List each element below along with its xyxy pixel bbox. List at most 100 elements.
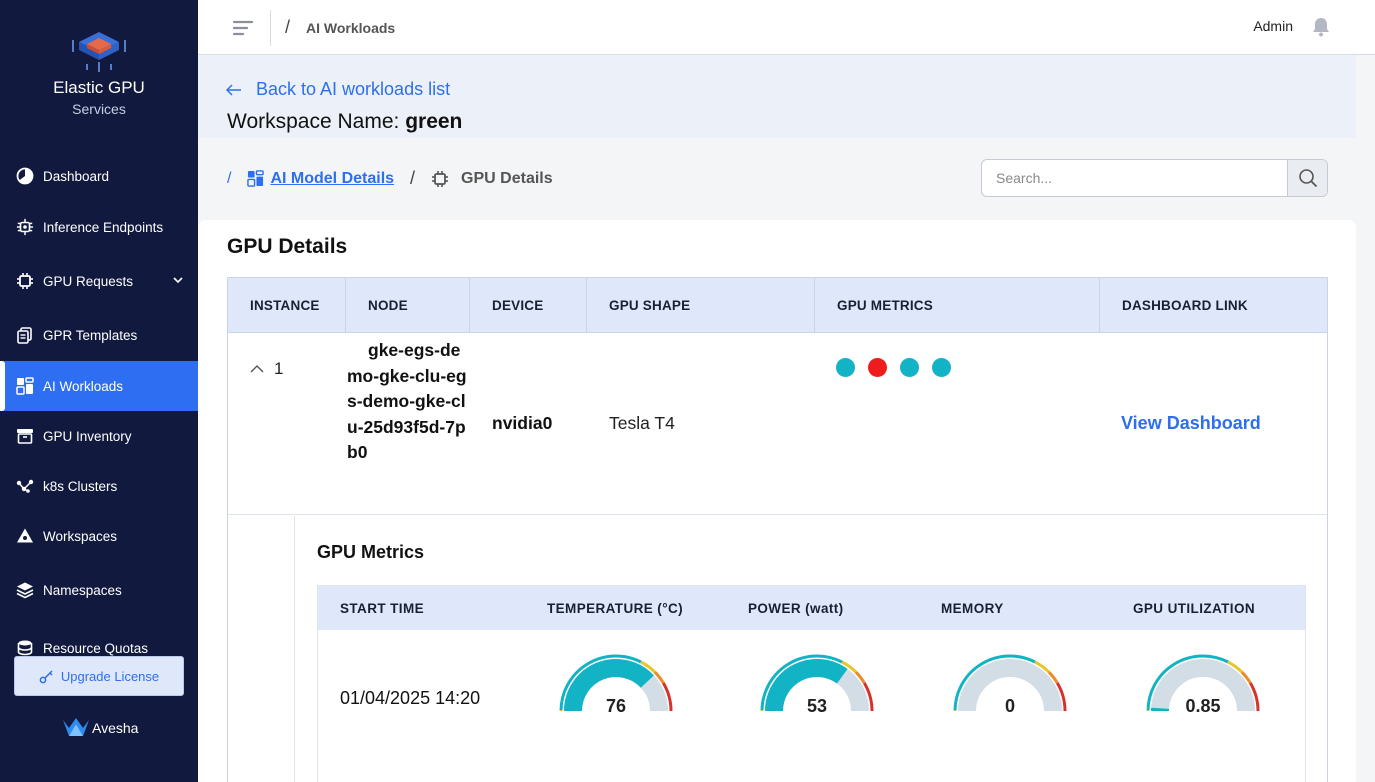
table-header: INSTANCE NODE DEVICE GPU SHAPE GPU METRI… — [228, 278, 1327, 333]
column-header[interactable]: DASHBOARD LINK — [1100, 278, 1327, 332]
brand: Elastic GPU Services — [0, 28, 198, 117]
device-value: nvidia0 — [492, 413, 553, 433]
sidebar-item-gpu-requests[interactable]: GPU Requests — [0, 256, 198, 306]
workspace-name: Workspace Name: green — [227, 110, 462, 134]
metrics-table-header: START TIME TEMPERATURE (°C) POWER (watt)… — [318, 586, 1305, 630]
gauge-value: 53 — [806, 696, 828, 716]
gear-chip-icon — [16, 218, 34, 236]
bell-icon[interactable] — [1311, 16, 1331, 38]
avesha-logo-icon — [63, 718, 89, 736]
topbar-divider — [270, 10, 271, 46]
brand-subtitle: Services — [72, 101, 126, 117]
column-header[interactable]: INSTANCE — [228, 278, 346, 332]
database-icon — [16, 639, 34, 657]
breadcrumb-separator: / — [227, 169, 232, 187]
topbar-breadcrumb[interactable]: AI Workloads — [306, 20, 395, 36]
view-dashboard-link[interactable]: View Dashboard — [1121, 413, 1261, 434]
metrics-column-header: GPU UTILIZATION — [1133, 600, 1255, 616]
metric-status-dot[interactable] — [900, 358, 919, 377]
column-header[interactable]: GPU METRICS — [815, 278, 1100, 332]
sidebar-item-label: k8s Clusters — [43, 478, 118, 494]
sidebar-item-namespaces[interactable]: Namespaces — [0, 565, 198, 615]
gpu-details-table: INSTANCE NODE DEVICE GPU SHAPE GPU METRI… — [227, 277, 1328, 782]
chip-icon — [432, 170, 449, 187]
sidebar-item-gpr-templates[interactable]: GPR Templates — [0, 310, 198, 360]
memory-gauge: 0 — [950, 654, 1070, 739]
breadcrumb-separator: / — [285, 17, 291, 37]
user-name[interactable]: Admin — [1253, 18, 1293, 34]
section-title: GPU Details — [227, 235, 348, 258]
table-row: 1 gke-egs-demo-gke-clu-egs-demo-gke-clu-… — [228, 333, 1327, 515]
sidebar-item-dashboard[interactable]: Dashboard — [0, 151, 198, 201]
grid-icon — [247, 170, 265, 187]
main-content: GPU Details INSTANCE NODE DEVICE GPU SHA… — [198, 220, 1356, 782]
sidebar-item-inference-endpoints[interactable]: Inference Endpoints — [0, 202, 198, 252]
sidebar-item-label: Resource Quotas — [43, 640, 149, 656]
workspace-name-value: green — [405, 110, 463, 133]
metrics-title: GPU Metrics — [317, 542, 425, 562]
sidebar-item-label: Dashboard — [43, 168, 110, 184]
start-time-value: 01/04/2025 14:20 — [340, 688, 481, 708]
breadcrumb-ai-model-details[interactable]: AI Model Details — [247, 170, 394, 188]
sidebar-item-ai-workloads[interactable]: AI Workloads — [0, 361, 198, 411]
upgrade-license-label: Upgrade License — [60, 668, 160, 684]
gauge-value: 0.85 — [1185, 696, 1221, 716]
back-link-label: Back to AI workloads list — [256, 79, 451, 99]
search-icon — [1298, 169, 1317, 188]
gpu-metrics-panel: GPU Metrics START TIME TEMPERATURE (°C) … — [294, 516, 1327, 782]
sidebar-item-label: Inference Endpoints — [43, 219, 164, 235]
chip-icon — [16, 272, 34, 290]
metrics-column-header: TEMPERATURE (°C) — [547, 600, 684, 616]
breadcrumb-gpu-details: GPU Details — [431, 170, 553, 188]
sidebar-item-label: AI Workloads — [43, 378, 124, 394]
column-header[interactable]: GPU SHAPE — [587, 278, 815, 332]
workspace-name-label: Workspace Name: — [227, 110, 400, 133]
metric-status-dot[interactable] — [868, 358, 887, 377]
sidebar-item-label: GPU Requests — [43, 273, 134, 289]
gpu-shape-value: Tesla T4 — [609, 413, 675, 433]
network-icon — [16, 477, 34, 495]
page-header: Back to AI workloads list Workspace Name… — [198, 55, 1356, 138]
pie-chart-icon — [16, 167, 34, 185]
node-value: gke-egs-demo-gke-clu-egs-demo-gke-clu-25… — [347, 340, 467, 462]
breadcrumb: / AI Model Details / GPU Details — [227, 168, 553, 189]
avesha-brand: Avesha — [62, 718, 138, 738]
breadcrumb-separator: / — [410, 168, 416, 188]
chevron-up-icon — [250, 365, 264, 373]
layers-icon — [16, 581, 34, 599]
upgrade-license-button[interactable]: Upgrade License — [14, 656, 184, 696]
metric-status-dot[interactable] — [836, 358, 855, 377]
breadcrumb-ai-model-details-label: AI Model Details — [270, 169, 395, 187]
search-button[interactable] — [1287, 160, 1327, 196]
sidebar-item-workspaces[interactable]: Workspaces — [0, 511, 198, 561]
gpu-utilization-gauge: 0.85 — [1143, 654, 1263, 739]
sidebar-item-k8s-clusters[interactable]: k8s Clusters — [0, 461, 198, 511]
topbar: / AI Workloads Admin — [198, 0, 1375, 55]
sidebar: Elastic GPU Services Dashboard Inference… — [0, 0, 198, 782]
instance-value: 1 — [274, 359, 284, 378]
power-gauge: 53 — [757, 654, 877, 739]
copy-icon — [16, 326, 34, 344]
chevron-down-icon[interactable] — [172, 274, 184, 286]
metrics-column-header: POWER (watt) — [748, 600, 844, 616]
gauge-value: 0 — [1004, 696, 1015, 716]
elastic-gpu-logo-icon — [72, 32, 126, 72]
sidebar-item-label: Workspaces — [43, 528, 118, 544]
sidebar-item-label: GPR Templates — [43, 327, 138, 343]
metrics-column-header: START TIME — [340, 600, 424, 616]
gpu-metrics-table: START TIME TEMPERATURE (°C) POWER (watt)… — [317, 585, 1306, 782]
search-box — [981, 159, 1328, 197]
expand-row-toggle[interactable]: 1 — [250, 359, 283, 379]
breadcrumb-gpu-details-label: GPU Details — [461, 169, 553, 187]
gpu-metrics-status — [836, 358, 964, 377]
metrics-column-header: MEMORY — [941, 600, 1004, 616]
breadcrumb-bar: / AI Model Details / GPU Details — [198, 138, 1356, 220]
metric-status-dot[interactable] — [932, 358, 951, 377]
sidebar-item-gpu-inventory[interactable]: GPU Inventory — [0, 411, 198, 461]
column-header[interactable]: DEVICE — [470, 278, 587, 332]
back-link[interactable]: Back to AI workloads list — [226, 79, 450, 100]
menu-icon[interactable] — [232, 19, 254, 37]
search-input[interactable] — [982, 160, 1288, 196]
sidebar-item-label: GPU Inventory — [43, 428, 132, 444]
column-header[interactable]: NODE — [346, 278, 470, 332]
